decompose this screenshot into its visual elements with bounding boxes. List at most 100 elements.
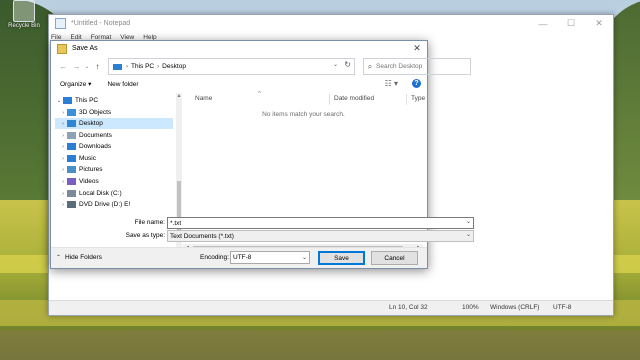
save-as-type-label: Save as type: bbox=[125, 232, 165, 239]
tree-item-desktop[interactable]: › Desktop bbox=[55, 118, 173, 129]
dialog-close-button[interactable]: ✕ bbox=[407, 43, 427, 54]
up-arrow-icon[interactable]: ↑ bbox=[91, 62, 104, 71]
pictures-icon bbox=[67, 166, 76, 173]
change-view-icon[interactable]: ☷ ▾ bbox=[385, 79, 398, 88]
tree-item-music[interactable]: › Music bbox=[55, 153, 173, 164]
search-icon: ⌕ bbox=[367, 61, 373, 71]
expand-chevron-icon[interactable]: › bbox=[59, 156, 67, 162]
desktop-folder-icon bbox=[67, 120, 76, 127]
file-list-header: ^ Name Date modified Type bbox=[191, 91, 426, 105]
hide-folders-button[interactable]: ⌃ Hide Folders bbox=[56, 254, 102, 261]
videos-icon bbox=[67, 178, 76, 185]
column-divider[interactable] bbox=[329, 94, 330, 105]
dialog-title-bar[interactable]: Save As ✕ bbox=[51, 41, 427, 56]
chevron-right-icon: › bbox=[126, 63, 128, 70]
tree-item-label: Documents bbox=[79, 132, 112, 139]
help-icon[interactable]: ? bbox=[412, 79, 421, 88]
dvd-drive-icon bbox=[67, 201, 76, 208]
expand-chevron-icon[interactable]: › bbox=[59, 191, 67, 197]
expand-chevron-icon[interactable]: › bbox=[59, 179, 67, 185]
notepad-title: *Untitled - Notepad bbox=[71, 20, 131, 27]
address-dropdown-chevron-icon[interactable]: ⌄ bbox=[333, 61, 338, 68]
tree-item-label: Music bbox=[79, 155, 96, 162]
tree-item-3d-objects[interactable]: › 3D Objects bbox=[55, 107, 173, 118]
this-pc-icon bbox=[113, 63, 122, 70]
empty-list-message: No items match your search. bbox=[262, 111, 345, 118]
status-line-ending: Windows (CRLF) bbox=[490, 304, 540, 311]
expand-chevron-icon[interactable]: › bbox=[59, 202, 67, 208]
status-encoding: UTF-8 bbox=[553, 304, 572, 311]
chevron-right-icon: › bbox=[157, 63, 160, 70]
expand-chevron-icon[interactable]: ⌄ bbox=[55, 98, 63, 104]
tree-item-downloads[interactable]: › Downloads bbox=[55, 141, 173, 152]
tree-item-dvd-drive[interactable]: › DVD Drive (D:) E! bbox=[55, 199, 173, 210]
column-header-type[interactable]: Type bbox=[411, 95, 425, 102]
maximize-button[interactable]: ☐ bbox=[557, 15, 585, 32]
encoding-label: Encoding: bbox=[200, 254, 229, 261]
save-as-type-select[interactable]: Text Documents (*.txt) ⌄ bbox=[167, 230, 474, 242]
notepad-status-bar: Ln 10, Col 32 100% Windows (CRLF) UTF-8 bbox=[49, 300, 613, 315]
tree-item-pictures[interactable]: › Pictures bbox=[55, 164, 173, 175]
minimize-button[interactable]: — bbox=[529, 15, 557, 32]
downloads-icon bbox=[67, 143, 76, 150]
organize-button[interactable]: Organize ▾ bbox=[60, 80, 91, 88]
column-divider[interactable] bbox=[406, 94, 407, 105]
file-name-label: File name: bbox=[134, 219, 165, 226]
close-button[interactable]: ✕ bbox=[585, 15, 613, 32]
tree-item-this-pc[interactable]: ⌄ This PC bbox=[55, 95, 173, 106]
encoding-value: UTF-8 bbox=[233, 254, 252, 261]
file-name-field[interactable]: ⌄ bbox=[167, 217, 474, 229]
tree-item-local-disk[interactable]: › Local Disk (C:) bbox=[55, 188, 173, 199]
save-button[interactable]: Save bbox=[318, 251, 365, 265]
wallpaper-path bbox=[0, 330, 640, 360]
computer-icon bbox=[63, 97, 72, 104]
tree-item-label: Downloads bbox=[79, 143, 112, 150]
tree-item-videos[interactable]: › Videos bbox=[55, 176, 173, 187]
breadcrumb-this-pc[interactable]: This PC bbox=[131, 63, 154, 70]
music-icon bbox=[67, 155, 76, 162]
search-input[interactable] bbox=[376, 63, 462, 70]
save-as-type-value: Text Documents (*.txt) bbox=[170, 232, 234, 240]
recent-locations-chevron-icon[interactable]: ⌄ bbox=[83, 63, 91, 70]
cancel-button[interactable]: Cancel bbox=[371, 251, 418, 265]
scroll-up-arrow-icon[interactable]: ▲ bbox=[176, 93, 182, 99]
toolbar-right: ☷ ▾ ? bbox=[385, 79, 421, 88]
address-bar[interactable]: › This PC › Desktop ⌄ ↻ bbox=[108, 58, 355, 75]
expand-chevron-icon[interactable]: › bbox=[59, 167, 67, 173]
3d-objects-icon bbox=[67, 109, 76, 116]
hide-folders-label: Hide Folders bbox=[65, 254, 102, 261]
chevron-down-icon[interactable]: ⌄ bbox=[466, 218, 471, 225]
column-header-name[interactable]: Name bbox=[195, 95, 212, 102]
expand-chevron-icon[interactable]: › bbox=[59, 121, 67, 127]
status-zoom: 100% bbox=[462, 304, 479, 311]
chevron-down-icon[interactable]: ⌄ bbox=[466, 231, 471, 238]
expand-chevron-icon[interactable]: › bbox=[59, 133, 67, 139]
tree-item-label: DVD Drive (D:) E! bbox=[79, 201, 131, 208]
tree-item-label: Pictures bbox=[79, 166, 103, 173]
tree-item-label: 3D Objects bbox=[79, 109, 112, 116]
new-folder-button[interactable]: New folder bbox=[107, 81, 138, 88]
notepad-app-icon bbox=[55, 18, 66, 29]
desktop-icon-recycle-bin[interactable]: Recycle Bin bbox=[2, 0, 46, 29]
encoding-select[interactable]: UTF-8 ⌄ bbox=[230, 251, 310, 264]
expand-chevron-icon[interactable]: › bbox=[59, 144, 67, 150]
save-as-dialog: Save As ✕ ← → ⌄ ↑ › This PC › Desktop ⌄ … bbox=[50, 40, 474, 269]
tree-item-documents[interactable]: › Documents bbox=[55, 130, 173, 141]
sort-caret-icon: ^ bbox=[258, 91, 261, 97]
back-arrow-icon[interactable]: ← bbox=[57, 62, 70, 71]
tree-item-label: Desktop bbox=[79, 120, 103, 127]
chevron-down-icon: ⌄ bbox=[301, 255, 307, 261]
tree-item-label: Videos bbox=[79, 178, 99, 185]
save-as-icon bbox=[57, 43, 67, 54]
forward-arrow-icon[interactable]: → bbox=[70, 62, 83, 71]
refresh-icon[interactable]: ↻ bbox=[344, 60, 351, 69]
search-box[interactable]: ⌕ bbox=[363, 58, 471, 75]
recycle-bin-icon bbox=[13, 0, 35, 22]
column-header-date-modified[interactable]: Date modified bbox=[334, 95, 374, 102]
dialog-footer: ⌃ Hide Folders Encoding: UTF-8 ⌄ Save Ca… bbox=[51, 247, 427, 268]
file-name-input[interactable] bbox=[168, 219, 460, 227]
local-disk-icon bbox=[67, 190, 76, 197]
breadcrumb-desktop[interactable]: Desktop bbox=[162, 63, 186, 70]
notepad-title-bar[interactable]: *Untitled - Notepad — ☐ ✕ bbox=[49, 15, 613, 32]
expand-chevron-icon[interactable]: › bbox=[59, 110, 67, 116]
